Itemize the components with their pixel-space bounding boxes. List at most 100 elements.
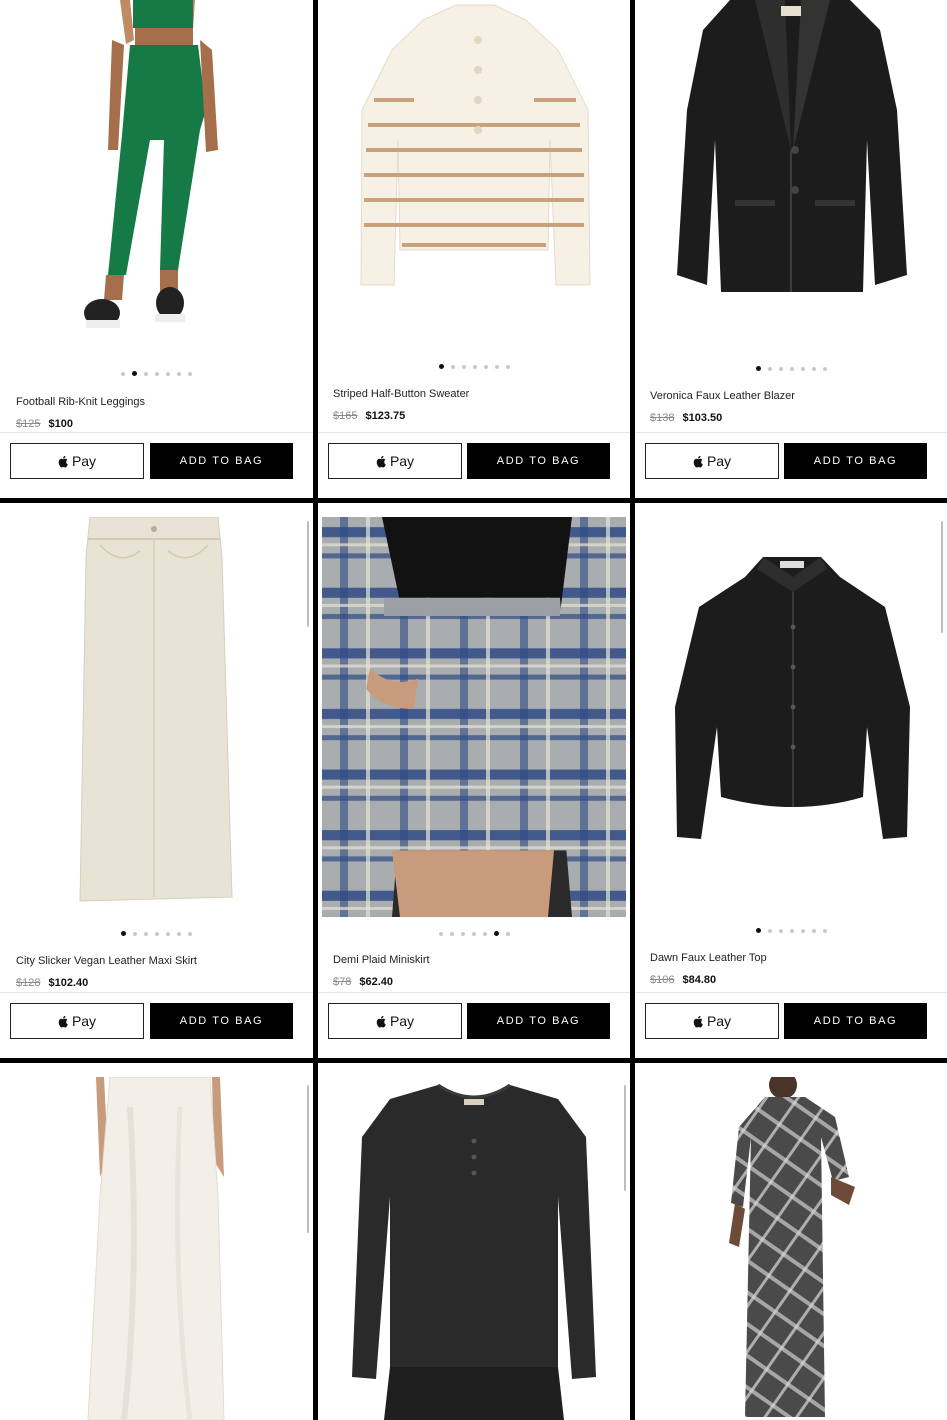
product-card[interactable] (318, 1063, 630, 1420)
carousel-dot[interactable] (144, 932, 148, 936)
carousel-dot[interactable] (767, 929, 772, 933)
carousel-dot[interactable] (493, 931, 499, 936)
apple-pay-button[interactable]: Pay (645, 1003, 779, 1039)
original-price: $125 (16, 418, 41, 430)
carousel-dot[interactable] (132, 371, 137, 376)
plaid-dress-image (635, 1077, 947, 1420)
product-card[interactable]: Dawn Faux Leather Top $106 $84.80 Pay ADD… (635, 503, 947, 1058)
carousel-dot[interactable] (471, 932, 476, 936)
product-name[interactable]: Striped Half-Button Sweater (333, 388, 469, 400)
carousel-dot[interactable] (450, 365, 455, 369)
carousel-dot[interactable] (144, 372, 148, 376)
product-price: $78 $62.40 (333, 976, 393, 988)
carousel-dot[interactable] (483, 365, 488, 369)
add-to-bag-button[interactable]: ADD TO BAG (150, 443, 293, 479)
carousel-dot[interactable] (789, 929, 794, 933)
carousel-dot[interactable] (460, 932, 465, 936)
product-name[interactable]: Veronica Faux Leather Blazer (650, 390, 795, 402)
carousel-dot[interactable] (505, 365, 510, 369)
apple-icon (693, 1015, 706, 1028)
product-image[interactable] (322, 517, 626, 917)
product-name[interactable]: City Slicker Vegan Leather Maxi Skirt (16, 955, 197, 967)
carousel-dot[interactable] (472, 365, 477, 369)
image-carousel-dots[interactable] (318, 931, 630, 936)
image-carousel-dots[interactable] (0, 931, 313, 936)
carousel-dot[interactable] (188, 372, 192, 376)
product-card[interactable] (0, 1063, 313, 1420)
carousel-dot[interactable] (166, 372, 170, 376)
product-price: $138 $103.50 (650, 412, 722, 424)
product-card[interactable]: Veronica Faux Leather Blazer $138 $103.50… (635, 0, 947, 498)
product-name[interactable]: Football Rib-Knit Leggings (16, 396, 145, 408)
sale-price: $123.75 (365, 410, 406, 422)
apple-pay-button[interactable]: Pay (10, 1003, 144, 1039)
carousel-dot[interactable] (461, 365, 466, 369)
carousel-dot[interactable] (822, 367, 827, 371)
carousel-dot[interactable] (177, 932, 181, 936)
sale-price: $102.40 (48, 977, 89, 989)
image-carousel-dots[interactable] (635, 366, 947, 371)
product-image[interactable] (318, 0, 630, 358)
product-grid: Football Rib-Knit Leggings $125 $100 Pay … (0, 0, 947, 1420)
product-card[interactable]: Striped Half-Button Sweater $165 $123.75 … (318, 0, 630, 498)
scrollbar-thumb[interactable] (941, 521, 943, 633)
carousel-dot[interactable] (166, 932, 170, 936)
product-image[interactable] (635, 517, 947, 917)
apple-pay-button[interactable]: Pay (328, 1003, 462, 1039)
product-name[interactable]: Dawn Faux Leather Top (650, 952, 767, 964)
add-to-bag-button[interactable]: ADD TO BAG (467, 1003, 610, 1039)
add-to-bag-button[interactable]: ADD TO BAG (784, 443, 927, 479)
carousel-dot[interactable] (778, 367, 783, 371)
carousel-dot[interactable] (121, 931, 126, 936)
carousel-dot[interactable] (121, 372, 125, 376)
carousel-dot[interactable] (822, 929, 827, 933)
product-image[interactable] (0, 517, 313, 917)
add-to-bag-button[interactable]: ADD TO BAG (784, 1003, 927, 1039)
product-image[interactable] (635, 1077, 947, 1420)
apple-pay-button[interactable]: Pay (328, 443, 462, 479)
apple-pay-button[interactable]: Pay (645, 443, 779, 479)
add-to-bag-button[interactable]: ADD TO BAG (467, 443, 610, 479)
carousel-dot[interactable] (482, 932, 487, 936)
carousel-dot[interactable] (155, 932, 159, 936)
scrollbar-thumb[interactable] (307, 1085, 309, 1233)
apple-pay-button[interactable]: Pay (10, 443, 144, 479)
carousel-dot[interactable] (177, 372, 181, 376)
product-image[interactable] (635, 0, 947, 358)
carousel-dot[interactable] (438, 364, 444, 369)
product-card[interactable]: Football Rib-Knit Leggings $125 $100 Pay … (0, 0, 313, 498)
sale-price: $62.40 (359, 976, 394, 988)
product-image[interactable] (318, 1077, 630, 1420)
add-to-bag-button[interactable]: ADD TO BAG (150, 1003, 293, 1039)
product-card[interactable]: City Slicker Vegan Leather Maxi Skirt $1… (0, 503, 313, 1058)
carousel-dot[interactable] (800, 929, 805, 933)
scrollbar-thumb[interactable] (307, 521, 309, 627)
carousel-dot[interactable] (755, 366, 761, 371)
carousel-dot[interactable] (133, 932, 137, 936)
carousel-dot[interactable] (755, 928, 761, 933)
carousel-dot[interactable] (767, 367, 772, 371)
carousel-dot[interactable] (800, 367, 805, 371)
carousel-dot[interactable] (505, 932, 510, 936)
sale-price: $100 (48, 418, 73, 430)
scrollbar-thumb[interactable] (624, 1085, 626, 1191)
carousel-dot[interactable] (155, 372, 159, 376)
image-carousel-dots[interactable] (318, 364, 630, 369)
carousel-dot[interactable] (438, 932, 443, 936)
carousel-dot[interactable] (789, 367, 794, 371)
image-carousel-dots[interactable] (0, 371, 313, 376)
product-card[interactable]: Demi Plaid Miniskirt $78 $62.40 Pay ADD T… (318, 503, 630, 1058)
carousel-dot[interactable] (494, 365, 499, 369)
divider (318, 992, 630, 993)
product-image[interactable] (0, 1077, 313, 1420)
carousel-dot[interactable] (811, 367, 816, 371)
carousel-dot[interactable] (811, 929, 816, 933)
carousel-dot[interactable] (188, 932, 192, 936)
product-card[interactable] (635, 1063, 947, 1420)
product-name[interactable]: Demi Plaid Miniskirt (333, 954, 430, 966)
product-image[interactable] (0, 0, 313, 358)
maxi-skirt-image (0, 517, 313, 917)
carousel-dot[interactable] (449, 932, 454, 936)
image-carousel-dots[interactable] (635, 928, 947, 933)
carousel-dot[interactable] (778, 929, 783, 933)
